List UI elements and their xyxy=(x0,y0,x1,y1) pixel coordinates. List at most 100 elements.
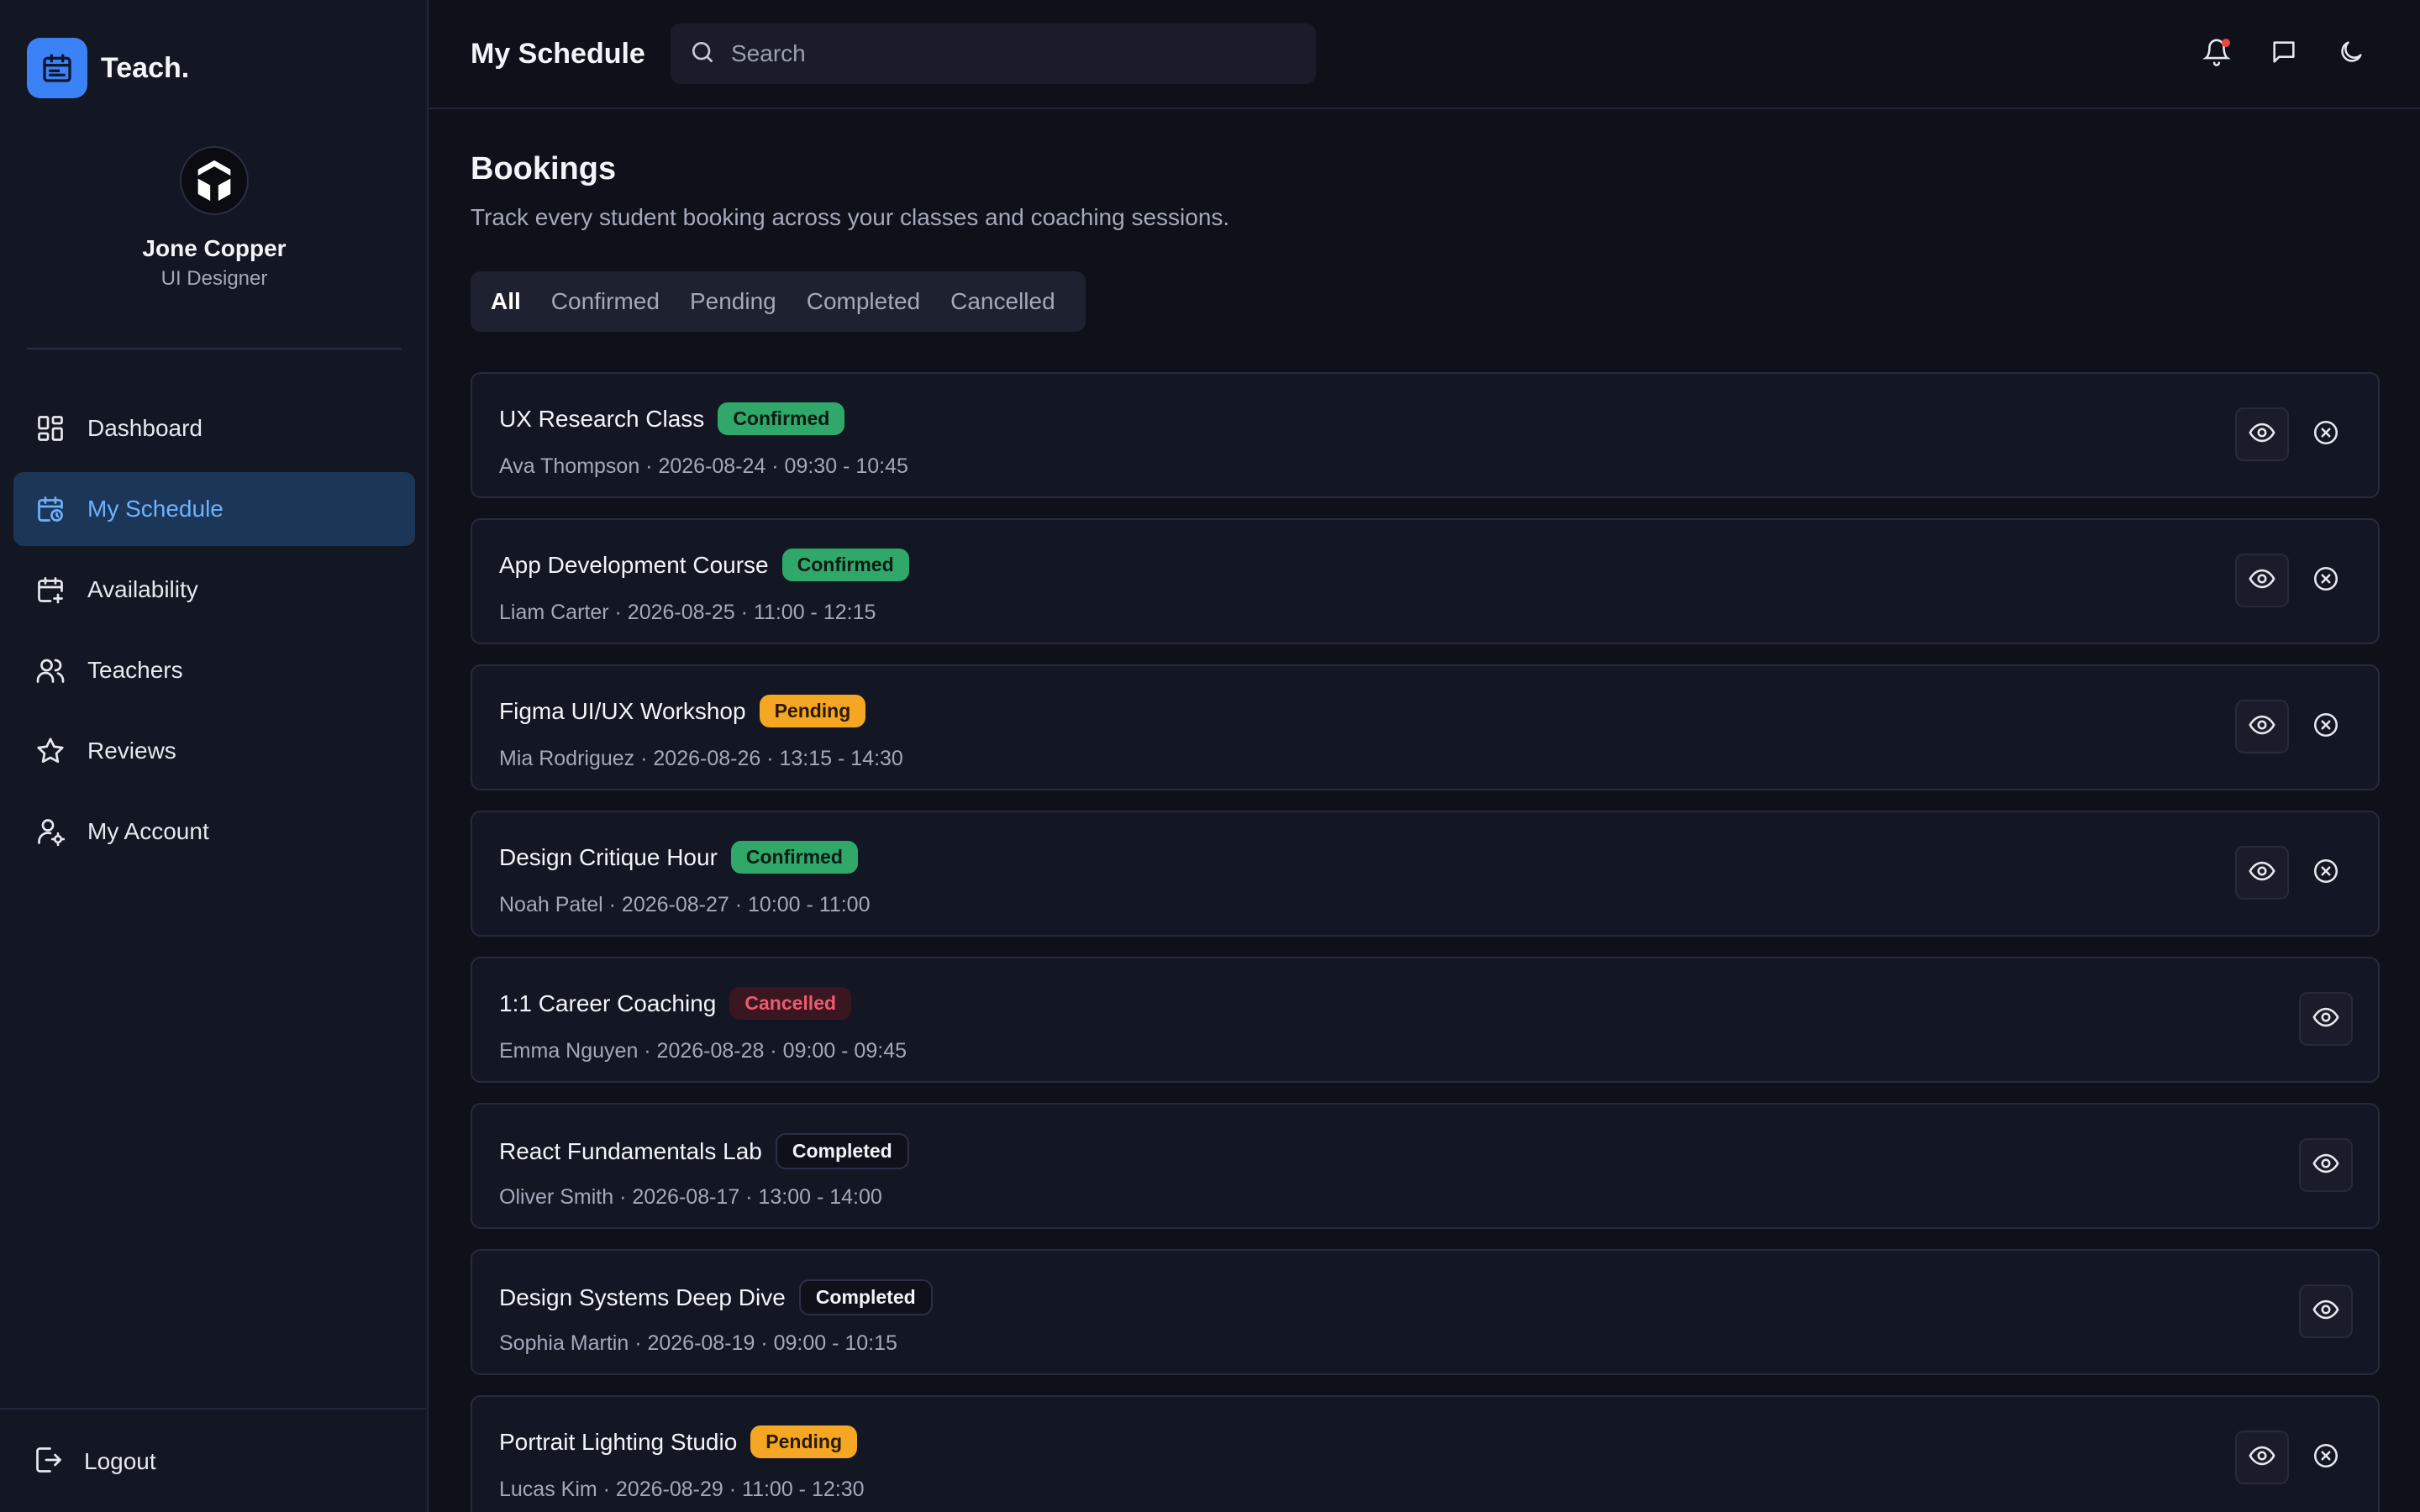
theme-toggle-button[interactable] xyxy=(2331,34,2371,74)
messages-button[interactable] xyxy=(2264,34,2304,74)
section-subtitle: Track every student booking across your … xyxy=(471,204,1230,230)
view-button[interactable] xyxy=(2235,407,2289,461)
top-bar: My Schedule xyxy=(429,0,2420,109)
cancel-booking-button[interactable] xyxy=(2299,407,2353,461)
cancel-booking-button[interactable] xyxy=(2299,1431,2353,1484)
view-button[interactable] xyxy=(2235,1431,2289,1484)
message-icon xyxy=(2270,38,2298,71)
booking-meta: Sophia Martin · 2026-08-19 · 09:00 - 10:… xyxy=(499,1331,897,1355)
filter-tabs: All Confirmed Pending Completed Cancelle… xyxy=(471,271,1086,332)
booking-meta: Lucas Kim · 2026-08-29 · 11:00 - 12:30 xyxy=(499,1478,865,1501)
booking-title: Design Critique Hour xyxy=(499,843,718,870)
eye-icon xyxy=(2248,564,2276,597)
booking-meta: Noah Patel · 2026-08-27 · 10:00 - 11:00 xyxy=(499,893,871,916)
view-button[interactable] xyxy=(2299,992,2353,1046)
notifications-button[interactable] xyxy=(2196,34,2237,74)
tab-confirmed[interactable]: Confirmed xyxy=(541,288,670,315)
booking-title: App Development Course xyxy=(499,551,769,578)
booking-card[interactable]: 1:1 Career Coaching Cancelled Emma Nguye… xyxy=(471,957,2380,1083)
status-badge: Confirmed xyxy=(718,402,845,435)
cancel-booking-button[interactable] xyxy=(2299,554,2353,607)
sidebar: Teach. Jone Copper UI Designer Dashboard… xyxy=(0,0,429,1512)
tab-completed[interactable]: Completed xyxy=(797,288,930,315)
avatar[interactable] xyxy=(180,146,249,215)
view-button[interactable] xyxy=(2235,554,2289,607)
booking-card[interactable]: Portrait Lighting Studio Pending Lucas K… xyxy=(471,1395,2380,1512)
sidebar-item-my-schedule[interactable]: My Schedule xyxy=(13,472,415,546)
booking-card[interactable]: React Fundamentals Lab Completed Oliver … xyxy=(471,1103,2380,1229)
users-icon xyxy=(34,654,67,687)
cancel-booking-button[interactable] xyxy=(2299,700,2353,753)
view-button[interactable] xyxy=(2235,846,2289,900)
close-circle-icon xyxy=(2312,1441,2340,1474)
booking-title: 1:1 Career Coaching xyxy=(499,990,717,1016)
booking-meta: Emma Nguyen · 2026-08-28 · 09:00 - 09:45 xyxy=(499,1039,907,1063)
sidebar-item-label: Dashboard xyxy=(87,415,203,441)
status-badge: Pending xyxy=(750,1425,858,1458)
booking-title: Portrait Lighting Studio xyxy=(499,1428,738,1455)
close-circle-icon xyxy=(2312,711,2340,743)
sidebar-nav: Dashboard My Schedule Availability Teach… xyxy=(13,391,415,875)
close-circle-icon xyxy=(2312,857,2340,890)
eye-icon xyxy=(2248,857,2276,890)
star-icon xyxy=(34,734,67,768)
cancel-booking-button[interactable] xyxy=(2299,846,2353,900)
view-button[interactable] xyxy=(2299,1138,2353,1192)
sidebar-item-label: Availability xyxy=(87,576,198,602)
close-circle-icon xyxy=(2312,564,2340,597)
sidebar-divider xyxy=(27,348,402,349)
section-title: Bookings xyxy=(471,151,617,186)
status-badge: Confirmed xyxy=(730,841,858,874)
sidebar-item-reviews[interactable]: Reviews xyxy=(13,714,415,788)
bookings-section: Bookings Track every student booking acr… xyxy=(471,151,2380,1512)
booking-meta: Oliver Smith · 2026-08-17 · 13:00 - 14:0… xyxy=(499,1185,882,1209)
status-badge: Confirmed xyxy=(781,549,909,581)
logout-label: Logout xyxy=(84,1448,156,1474)
booking-title: React Fundamentals Lab xyxy=(499,1137,762,1164)
booking-meta: Ava Thompson · 2026-08-24 · 09:30 - 10:4… xyxy=(499,454,908,478)
eye-icon xyxy=(2312,1003,2340,1036)
booking-title: Figma UI/UX Workshop xyxy=(499,697,746,724)
status-badge: Completed xyxy=(775,1133,909,1169)
booking-title: Design Systems Deep Dive xyxy=(499,1284,786,1310)
logout-icon xyxy=(34,1445,64,1479)
booking-meta: Mia Rodriguez · 2026-08-26 · 13:15 - 14:… xyxy=(499,747,903,770)
sidebar-item-label: My Schedule xyxy=(87,496,224,522)
profile-name: Jone Copper xyxy=(142,235,287,261)
status-badge: Pending xyxy=(759,695,866,727)
sidebar-item-availability[interactable]: Availability xyxy=(13,553,415,627)
eye-icon xyxy=(2248,418,2276,451)
sidebar-item-label: Reviews xyxy=(87,738,176,764)
search-box[interactable] xyxy=(671,24,1316,84)
search-input[interactable] xyxy=(731,40,1277,67)
top-actions xyxy=(2196,34,2371,74)
eye-icon xyxy=(2248,711,2276,743)
profile-role: UI Designer xyxy=(160,267,268,290)
logout-button[interactable]: Logout xyxy=(0,1410,429,1512)
close-circle-icon xyxy=(2312,418,2340,451)
booking-meta: Liam Carter · 2026-08-25 · 11:00 - 12:15 xyxy=(499,601,876,624)
moon-icon xyxy=(2337,38,2365,71)
user-gear-icon xyxy=(34,815,67,848)
tab-pending[interactable]: Pending xyxy=(680,288,786,315)
bookings-list: UX Research Class Confirmed Ava Thompson… xyxy=(471,372,2380,1512)
brand[interactable]: Teach. xyxy=(27,38,189,98)
booking-card[interactable]: UX Research Class Confirmed Ava Thompson… xyxy=(471,372,2380,498)
booking-card[interactable]: Figma UI/UX Workshop Pending Mia Rodrigu… xyxy=(471,664,2380,790)
view-button[interactable] xyxy=(2299,1284,2353,1338)
booking-card[interactable]: Design Critique Hour Confirmed Noah Pate… xyxy=(471,811,2380,937)
view-button[interactable] xyxy=(2235,700,2289,753)
tab-all[interactable]: All xyxy=(481,288,531,315)
eye-icon xyxy=(2312,1149,2340,1182)
booking-card[interactable]: Design Systems Deep Dive Completed Sophi… xyxy=(471,1249,2380,1375)
search-icon xyxy=(689,39,716,70)
tab-cancelled[interactable]: Cancelled xyxy=(940,288,1065,315)
notification-dot xyxy=(2222,39,2230,47)
calendar-plus-icon xyxy=(34,573,67,606)
sidebar-item-dashboard[interactable]: Dashboard xyxy=(13,391,415,465)
booking-title: UX Research Class xyxy=(499,405,705,432)
booking-card[interactable]: App Development Course Confirmed Liam Ca… xyxy=(471,518,2380,644)
status-badge: Completed xyxy=(798,1279,933,1315)
sidebar-item-teachers[interactable]: Teachers xyxy=(13,633,415,707)
sidebar-item-my-account[interactable]: My Account xyxy=(13,795,415,869)
